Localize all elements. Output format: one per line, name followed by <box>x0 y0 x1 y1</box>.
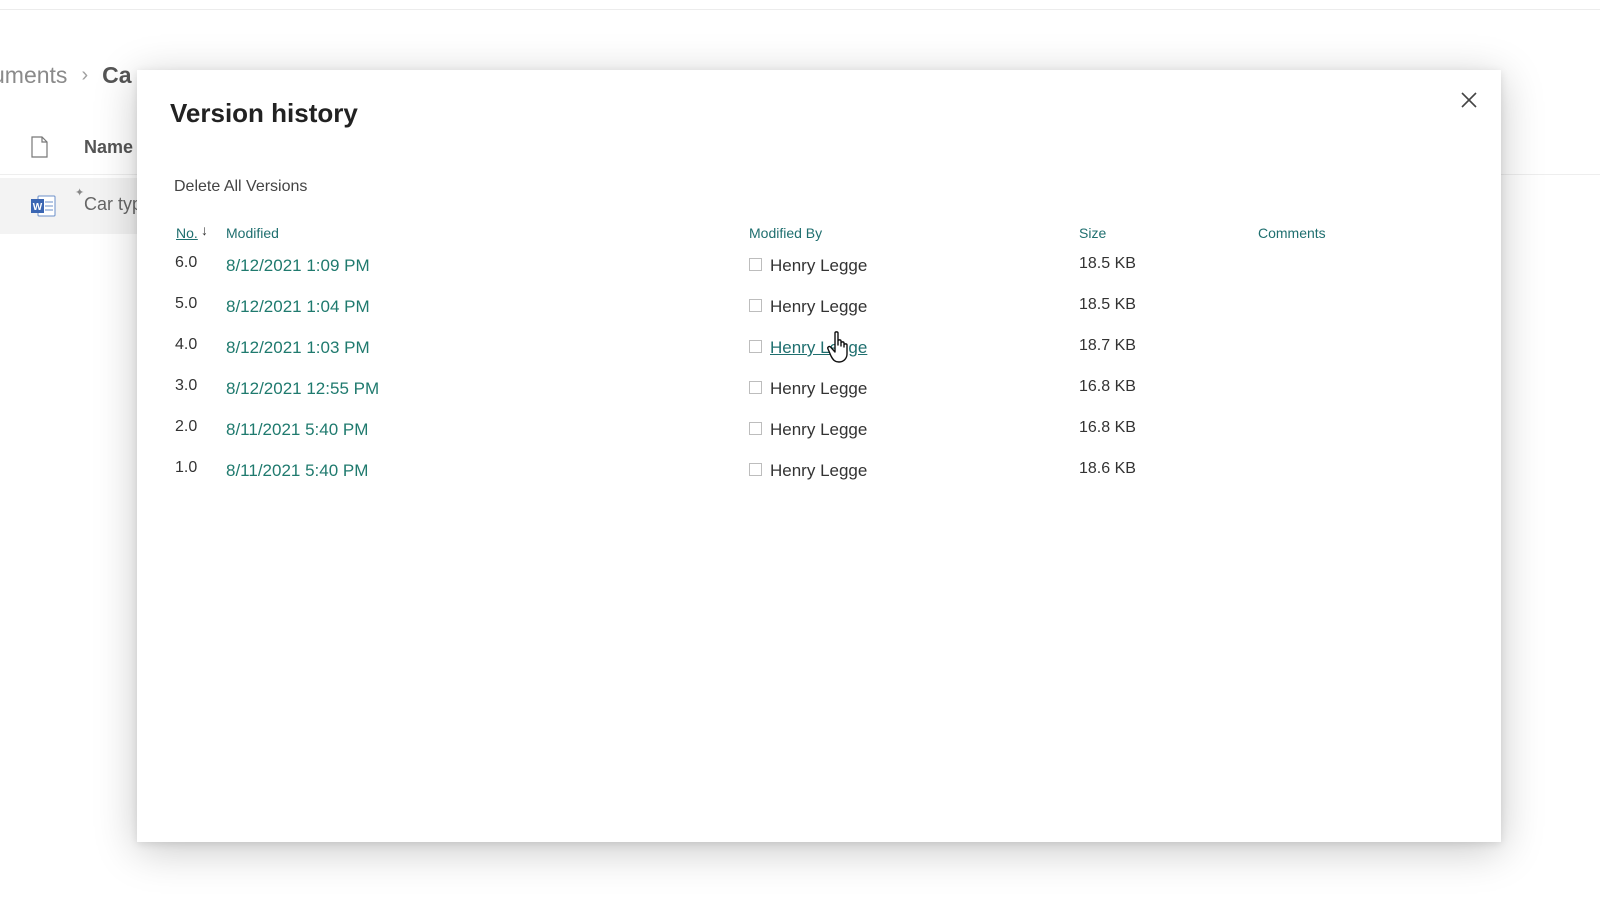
breadcrumb: uments › Ca <box>0 60 132 90</box>
table-row: 5.0 8/12/2021 1:04 PM Henry Legge 18.5 K… <box>137 295 1501 338</box>
version-number: 1.0 <box>175 459 198 476</box>
modified-by-user[interactable]: Henry Legge <box>770 297 867 317</box>
presence-icon <box>749 340 762 353</box>
chevron-right-icon: › <box>81 63 89 86</box>
presence-icon <box>749 258 762 271</box>
version-number: 3.0 <box>175 377 198 394</box>
close-icon[interactable] <box>1455 86 1483 114</box>
document-icon <box>31 136 48 158</box>
presence-icon <box>749 463 762 476</box>
breadcrumb-current[interactable]: Ca <box>102 62 131 89</box>
modified-by-user[interactable]: Henry Legge <box>770 338 867 358</box>
version-size: 18.5 KB <box>1079 255 1136 272</box>
modified-by-user[interactable]: Henry Legge <box>770 461 867 481</box>
version-number: 2.0 <box>175 418 198 435</box>
svg-text:W: W <box>33 202 43 213</box>
modified-by-user[interactable]: Henry Legge <box>770 379 867 399</box>
table-row: 4.0 8/12/2021 1:03 PM Henry Legge 18.7 K… <box>137 336 1501 379</box>
breadcrumb-parent[interactable]: uments <box>0 62 67 89</box>
list-item[interactable]: ✦ W Car typ <box>0 178 142 234</box>
version-size: 18.5 KB <box>1079 296 1136 313</box>
page: uments › Ca Name ✦ W Car typ Version his… <box>0 0 1600 900</box>
presence-icon <box>749 299 762 312</box>
document-name[interactable]: Car typ <box>84 194 142 215</box>
column-header-modified-by: Modified By <box>749 225 823 241</box>
word-icon: W <box>31 195 56 217</box>
modified-by-user[interactable]: Henry Legge <box>770 256 867 276</box>
version-modified-link[interactable]: 8/12/2021 1:09 PM <box>226 256 370 276</box>
version-modified-link[interactable]: 8/12/2021 1:04 PM <box>226 297 370 317</box>
presence-icon <box>749 381 762 394</box>
name-column-header[interactable]: Name <box>84 137 133 158</box>
version-size: 16.8 KB <box>1079 378 1136 395</box>
version-modified-link[interactable]: 8/11/2021 5:40 PM <box>226 420 368 440</box>
column-header-modified: Modified <box>226 225 279 241</box>
version-modified-link[interactable]: 8/12/2021 12:55 PM <box>226 379 379 399</box>
version-number: 6.0 <box>175 254 198 271</box>
version-size: 18.6 KB <box>1079 460 1136 477</box>
table-row: 6.0 8/12/2021 1:09 PM Henry Legge 18.5 K… <box>137 254 1501 297</box>
dialog-title: Version history <box>170 98 358 128</box>
table-row: 2.0 8/11/2021 5:40 PM Henry Legge 16.8 K… <box>137 418 1501 461</box>
version-modified-link[interactable]: 8/12/2021 1:03 PM <box>226 338 370 358</box>
arrow-down-icon: ↓ <box>201 222 208 238</box>
column-header-size: Size <box>1079 225 1107 241</box>
top-divider <box>0 9 1600 10</box>
table-row: 1.0 8/11/2021 5:40 PM Henry Legge 18.6 K… <box>137 459 1501 502</box>
column-header-comments: Comments <box>1258 225 1326 241</box>
column-header-no[interactable]: No. <box>176 225 198 241</box>
delete-all-versions-button[interactable]: Delete All Versions <box>174 178 307 196</box>
modified-by-user[interactable]: Henry Legge <box>770 420 867 440</box>
version-number: 4.0 <box>175 336 198 353</box>
new-file-indicator-icon: ✦ <box>75 187 85 199</box>
version-size: 16.8 KB <box>1079 419 1136 436</box>
version-modified-link[interactable]: 8/11/2021 5:40 PM <box>226 461 368 481</box>
version-number: 5.0 <box>175 295 198 312</box>
version-size: 18.7 KB <box>1079 337 1136 354</box>
version-history-dialog: Version history Delete All Versions No. … <box>137 70 1501 842</box>
presence-icon <box>749 422 762 435</box>
table-row: 3.0 8/12/2021 12:55 PM Henry Legge 16.8 … <box>137 377 1501 420</box>
